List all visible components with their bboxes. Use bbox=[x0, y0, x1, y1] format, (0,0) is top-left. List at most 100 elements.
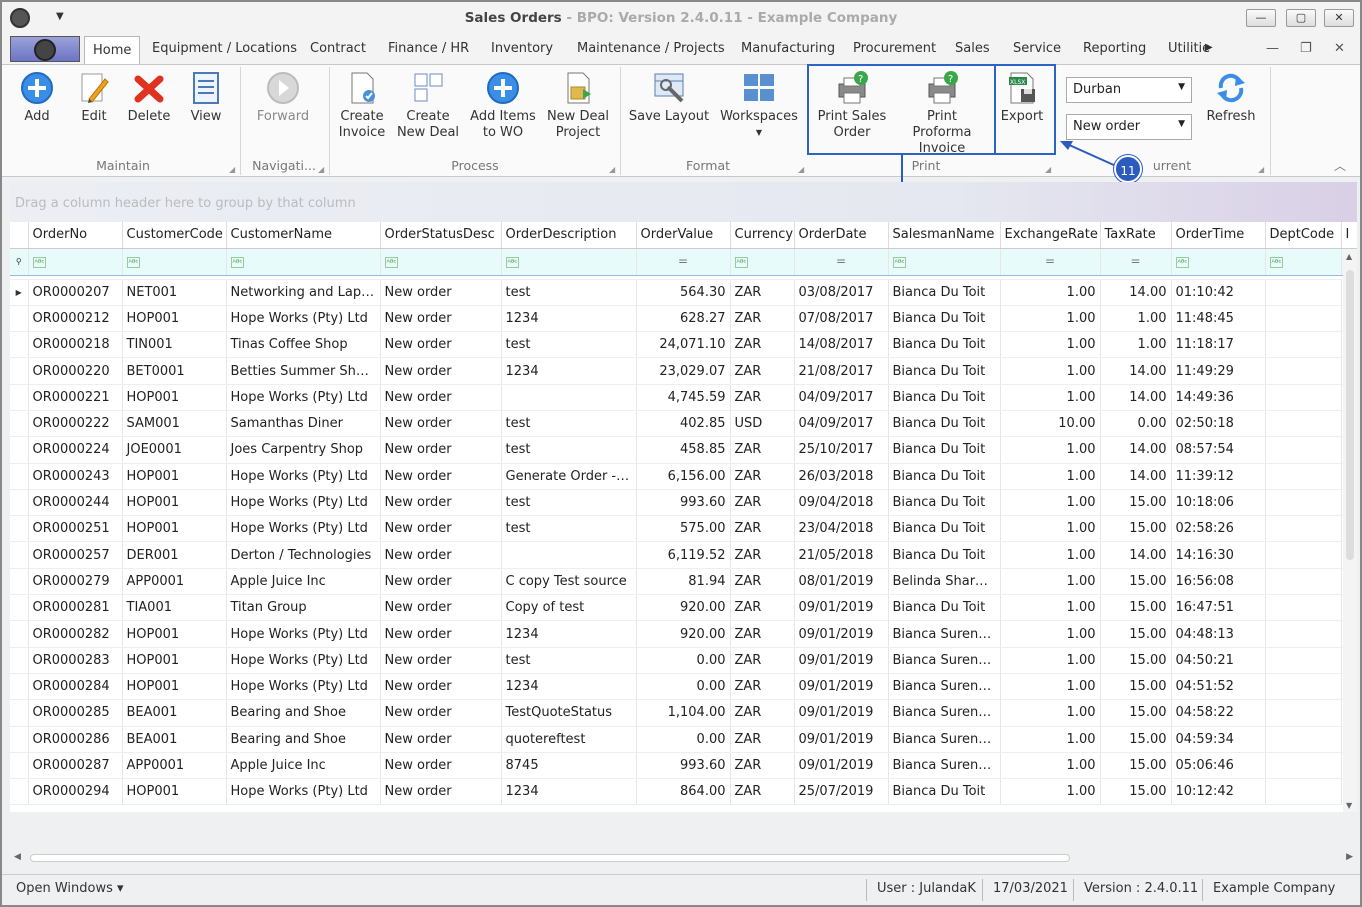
table-cell[interactable]: New order bbox=[380, 620, 502, 648]
row-indicator[interactable] bbox=[10, 647, 29, 674]
close-button[interactable]: ✕ bbox=[1324, 9, 1354, 27]
column-header[interactable]: ExchangeRate bbox=[1000, 222, 1101, 249]
table-cell[interactable]: Bianca Surend... bbox=[888, 752, 1001, 780]
table-cell[interactable]: 1.00 bbox=[1000, 752, 1101, 780]
table-row[interactable]: OR0000257 DER001 Derton / Technologies New … bbox=[10, 541, 1357, 569]
filter-cell[interactable]: ᴬᴮᶜ bbox=[501, 248, 637, 276]
table-cell[interactable]: 864.00 bbox=[636, 778, 731, 806]
table-cell[interactable]: 04:59:34 bbox=[1171, 726, 1266, 753]
table-cell[interactable]: OR0000212 bbox=[28, 305, 123, 333]
table-cell[interactable]: TIN001 bbox=[122, 331, 227, 359]
table-cell[interactable]: 04:48:13 bbox=[1171, 620, 1266, 648]
column-header[interactable]: OrderValue bbox=[636, 222, 731, 249]
table-cell[interactable]: HOP001 bbox=[122, 384, 227, 411]
table-cell[interactable]: New order bbox=[380, 515, 502, 543]
table-cell[interactable]: 25/10/2017 bbox=[794, 436, 889, 464]
table-cell[interactable]: 15.00 bbox=[1100, 620, 1172, 648]
table-cell[interactable]: 1234 bbox=[501, 673, 637, 701]
table-row[interactable]: OR0000224 JOE0001 Joes Carpentry Shop New o… bbox=[10, 436, 1357, 464]
table-row[interactable]: OR0000294 HOP001 Hope Works (Pty) Ltd New o… bbox=[10, 778, 1357, 806]
table-row[interactable]: OR0000244 HOP001 Hope Works (Pty) Ltd New o… bbox=[10, 489, 1357, 517]
branch-dropdown[interactable]: Durban ▼ bbox=[1066, 77, 1192, 103]
table-cell[interactable]: OR0000251 bbox=[28, 515, 123, 543]
table-row[interactable]: OR0000286 BEA001 Bearing and Shoe New order… bbox=[10, 726, 1357, 753]
table-cell[interactable]: New order bbox=[380, 699, 502, 727]
table-cell[interactable]: Bearing and Shoe bbox=[226, 726, 381, 753]
table-cell[interactable]: Samanthas Diner bbox=[226, 410, 381, 438]
table-cell[interactable]: 15.00 bbox=[1100, 647, 1172, 674]
table-cell[interactable]: test bbox=[501, 331, 637, 359]
filter-cell[interactable]: = bbox=[794, 248, 889, 276]
table-cell[interactable]: 09/01/2019 bbox=[794, 620, 889, 648]
table-cell[interactable]: Copy of test bbox=[501, 594, 637, 622]
row-indicator[interactable] bbox=[10, 515, 29, 543]
table-cell[interactable]: 1.00 bbox=[1000, 515, 1101, 543]
filter-cell[interactable]: ᴬᴮᶜ bbox=[730, 248, 795, 276]
table-cell[interactable]: 11:18:17 bbox=[1171, 331, 1266, 359]
table-cell[interactable]: 04:58:22 bbox=[1171, 699, 1266, 727]
table-cell[interactable]: Bianca Du Toit bbox=[888, 489, 1001, 517]
table-cell[interactable]: 14:49:36 bbox=[1171, 384, 1266, 411]
table-cell[interactable] bbox=[1265, 594, 1342, 622]
table-cell[interactable] bbox=[1265, 463, 1342, 490]
row-indicator[interactable] bbox=[10, 568, 29, 596]
table-cell[interactable]: OR0000222 bbox=[28, 410, 123, 438]
table-cell[interactable]: New order bbox=[380, 752, 502, 780]
table-cell[interactable] bbox=[1265, 568, 1342, 596]
table-cell[interactable]: 0.00 bbox=[636, 726, 731, 753]
table-cell[interactable]: BEA001 bbox=[122, 699, 227, 727]
table-cell[interactable]: 1.00 bbox=[1000, 463, 1101, 490]
table-cell[interactable] bbox=[1265, 384, 1342, 411]
tab-maintenance-projects[interactable]: Maintenance / Projects bbox=[577, 41, 725, 56]
table-cell[interactable] bbox=[1265, 515, 1342, 543]
tab-manufacturing[interactable]: Manufacturing bbox=[741, 41, 835, 56]
table-cell[interactable]: 1234 bbox=[501, 620, 637, 648]
table-cell[interactable]: 21/08/2017 bbox=[794, 357, 889, 385]
table-cell[interactable]: Bianca Du Toit bbox=[888, 463, 1001, 490]
table-cell[interactable]: ZAR bbox=[730, 647, 795, 674]
table-cell[interactable]: OR0000218 bbox=[28, 331, 123, 359]
table-cell[interactable]: Tinas Coffee Shop bbox=[226, 331, 381, 359]
row-indicator[interactable] bbox=[10, 331, 29, 359]
table-cell[interactable] bbox=[1265, 279, 1342, 306]
table-cell[interactable]: SAM001 bbox=[122, 410, 227, 438]
table-cell[interactable]: OR0000257 bbox=[28, 541, 123, 569]
table-cell[interactable]: 1234 bbox=[501, 305, 637, 333]
vertical-scrollbar[interactable]: ▲ ▼ bbox=[1343, 250, 1357, 812]
table-row[interactable]: OR0000282 HOP001 Hope Works (Pty) Ltd New o… bbox=[10, 620, 1357, 648]
scroll-down-icon[interactable]: ▼ bbox=[1346, 801, 1352, 810]
table-cell[interactable]: 1.00 bbox=[1000, 357, 1101, 385]
table-cell[interactable]: OR0000243 bbox=[28, 463, 123, 490]
table-cell[interactable]: 8745 bbox=[501, 752, 637, 780]
table-cell[interactable]: 1.00 bbox=[1000, 436, 1101, 464]
table-cell[interactable]: New order bbox=[380, 331, 502, 359]
filter-cell[interactable]: = bbox=[636, 248, 731, 276]
row-indicator[interactable] bbox=[10, 726, 29, 753]
table-cell[interactable]: 09/01/2019 bbox=[794, 752, 889, 780]
table-cell[interactable]: 14.00 bbox=[1100, 436, 1172, 464]
current-launcher-icon[interactable]: ◢ bbox=[1258, 165, 1264, 174]
table-cell[interactable]: 6,156.00 bbox=[636, 463, 731, 490]
table-cell[interactable]: Joes Carpentry Shop bbox=[226, 436, 381, 464]
tab-utilities[interactable]: Utilitie bbox=[1168, 41, 1210, 56]
table-cell[interactable]: 14.00 bbox=[1100, 384, 1172, 411]
table-cell[interactable]: 1.00 bbox=[1000, 620, 1101, 648]
table-cell[interactable]: ZAR bbox=[730, 699, 795, 727]
minimize-button[interactable]: — bbox=[1246, 9, 1276, 27]
table-cell[interactable]: ZAR bbox=[730, 279, 795, 306]
table-cell[interactable]: 07/08/2017 bbox=[794, 305, 889, 333]
column-header[interactable]: TaxRate bbox=[1100, 222, 1172, 249]
table-row[interactable]: OR0000222 SAM001 Samanthas Diner New order t… bbox=[10, 410, 1357, 438]
table-cell[interactable]: 0.00 bbox=[1100, 410, 1172, 438]
table-cell[interactable]: Bianca Du Toit bbox=[888, 515, 1001, 543]
table-cell[interactable]: OR0000285 bbox=[28, 699, 123, 727]
table-cell[interactable]: 628.27 bbox=[636, 305, 731, 333]
table-cell[interactable]: Bianca Surend... bbox=[888, 726, 1001, 753]
table-cell[interactable]: New order bbox=[380, 305, 502, 333]
horizontal-scroll-thumb[interactable] bbox=[30, 854, 1070, 862]
print-launcher-icon[interactable]: ◢ bbox=[1045, 165, 1051, 174]
table-cell[interactable]: test bbox=[501, 436, 637, 464]
table-row[interactable]: OR0000221 HOP001 Hope Works (Pty) Ltd New o… bbox=[10, 384, 1357, 411]
table-cell[interactable]: ZAR bbox=[730, 384, 795, 411]
row-indicator[interactable] bbox=[10, 436, 29, 464]
